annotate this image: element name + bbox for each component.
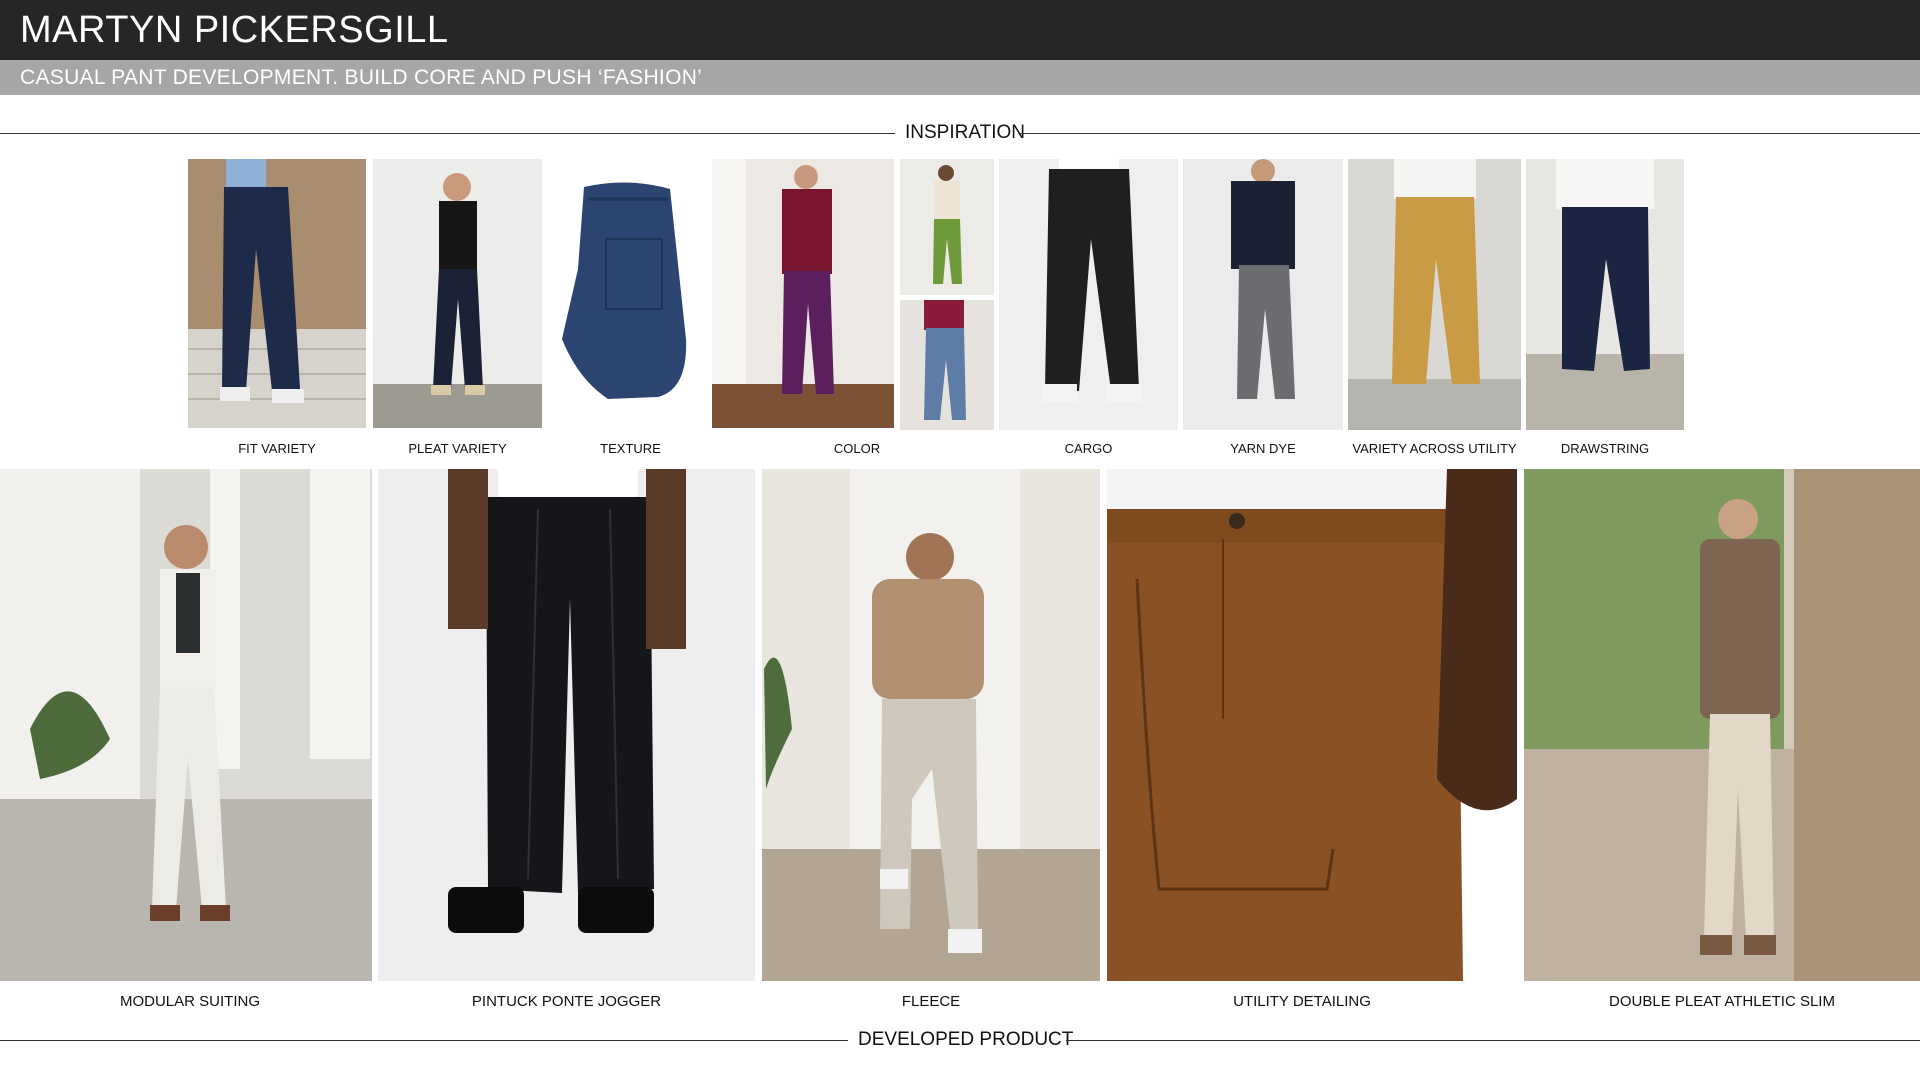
inspiration-divider: INSPIRATION [0,118,1920,148]
divider-line-right [1020,133,1920,134]
developed-divider: DEVELOPED PRODUCT [0,1025,1920,1055]
photo-pintuck-ponte-jogger [378,469,755,981]
photo-modular-suiting [0,469,372,981]
divider-line-right [1066,1040,1920,1041]
photo-drawstring [1526,159,1684,430]
developed-heading: DEVELOPED PRODUCT [848,1025,1073,1055]
page-subtitle: CASUAL PANT DEVELOPMENT. BUILD CORE AND … [20,66,703,89]
title-bar: MARTYN PICKERSGILL [0,0,1920,60]
caption-fit-variety: FIT VARIETY [238,441,316,456]
photo-pleat-variety [373,159,542,428]
photo-yarn-dye [1183,159,1343,430]
inspiration-heading: INSPIRATION [895,118,1025,148]
photo-fit-variety [188,159,366,428]
divider-line-left [0,133,895,134]
caption-pleat-variety: PLEAT VARIETY [408,441,507,456]
photo-cargo [999,159,1178,430]
photo-fleece [762,469,1100,981]
caption-cargo: CARGO [1064,441,1113,456]
photo-color-green [900,159,994,295]
divider-line-left [0,1040,848,1041]
caption-modular-suiting: MODULAR SUITING [119,993,260,1010]
page-title: MARTYN PICKERSGILL [20,9,449,51]
caption-drawstring: DRAWSTRING [1560,441,1650,456]
subtitle-bar: CASUAL PANT DEVELOPMENT. BUILD CORE AND … [0,60,1920,95]
caption-fleece: FLEECE [901,993,961,1010]
photo-utility-detailing [1107,469,1517,981]
caption-texture: TEXTURE [600,441,661,456]
caption-yarn-dye: YARN DYE [1230,441,1296,456]
photo-texture [548,159,713,428]
photo-variety-across-utility [1348,159,1521,430]
photo-double-pleat-athletic-slim [1524,469,1920,981]
photo-color-main [712,159,894,428]
caption-utility-detailing: UTILITY DETAILING [1233,993,1371,1010]
caption-variety-across-utility: VARIETY ACROSS UTILITY [1352,441,1517,456]
photo-color-denim [900,300,994,430]
caption-double-pleat-athletic-slim: DOUBLE PLEAT ATHLETIC SLIM [1609,993,1835,1010]
caption-pintuck-ponte-jogger: PINTUCK PONTE JOGGER [471,993,662,1010]
caption-color: COLOR [833,441,881,456]
